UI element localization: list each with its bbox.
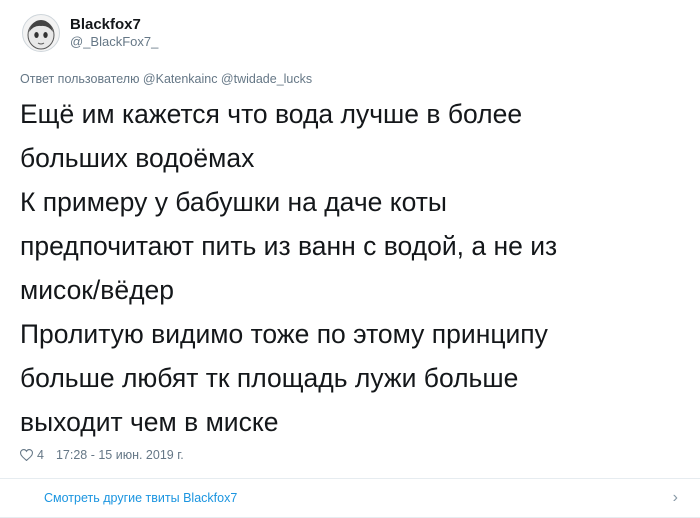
tweet-header: Blackfox7 @_BlackFox7_ [22, 14, 158, 52]
heart-icon[interactable] [20, 449, 33, 461]
like-count: 4 [37, 448, 44, 462]
tweet-text-line: больших водоёмах [20, 143, 255, 173]
tweet-text-line: Ещё им кажется что вода лучше в более [20, 99, 523, 129]
tweet-text-line: Пролитую видимо тоже по этому принципу [20, 319, 548, 349]
tweet-text-line: мисок/вёдер [20, 275, 175, 305]
tweet-meta: 4 17:28 - 15 июн. 2019 г. [20, 448, 184, 462]
more-tweets-row[interactable]: Смотреть другие твиты Blackfox7 › [0, 479, 700, 517]
tweet-card: Blackfox7 @_BlackFox7_ Ответ пользовател… [0, 0, 700, 518]
tweet-text-line: больше любят тк площадь лужи больше [20, 363, 519, 393]
author-handle[interactable]: @_BlackFox7_ [70, 34, 158, 50]
author-display-name[interactable]: Blackfox7 [70, 16, 158, 34]
tweet-text: Ещё им кажется что вода лучше в более бо… [20, 92, 685, 444]
tweet-text-line: К примеру у бабушки на даче коты [20, 187, 447, 217]
avatar-cartoon-girl-icon [27, 20, 55, 50]
tweet-text-line: выходит чем в миске [20, 407, 279, 437]
more-tweets-link[interactable]: Смотреть другие твиты Blackfox7 [44, 491, 237, 505]
reply-context: Ответ пользователю @Katenkainc @twidade_… [20, 72, 313, 86]
avatar[interactable] [22, 14, 60, 52]
tweet-timestamp[interactable]: 17:28 - 15 июн. 2019 г. [56, 448, 184, 462]
tweet-text-line: предпочитают пить из ванн с водой, а не … [20, 231, 558, 261]
chevron-right-icon: › [672, 489, 678, 506]
